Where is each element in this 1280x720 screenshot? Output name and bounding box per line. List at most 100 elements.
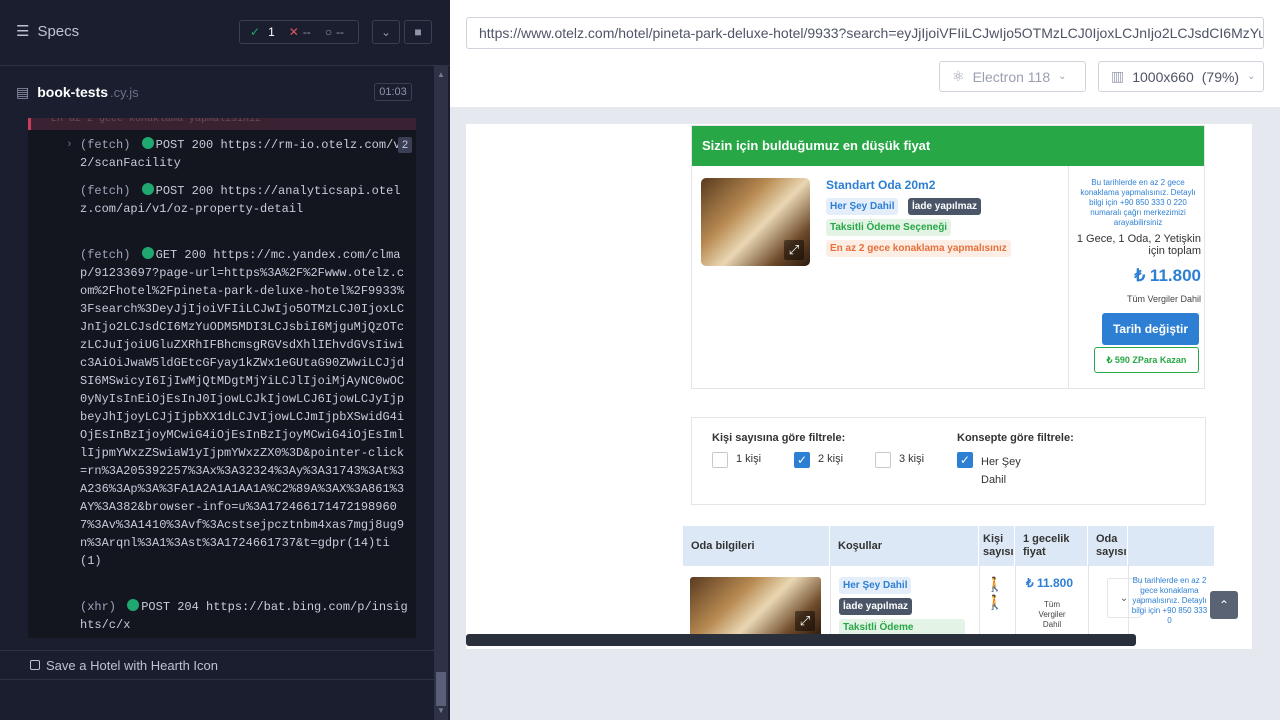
specs-toggle[interactable]: ☰ Specs <box>16 22 80 41</box>
column-room-count: Oda sayısı <box>1088 526 1128 566</box>
people-filter-label: Kişi sayısına göre filtrele: <box>712 432 846 444</box>
filter-all-inclusive-checkbox[interactable]: ✓ <box>957 452 973 468</box>
column-people: Kişi sayısı <box>979 526 1015 566</box>
status-dot-icon <box>141 137 154 149</box>
test-status-icon <box>30 660 40 670</box>
log-label: (fetch) <box>80 248 131 262</box>
installment-tag: Taksitli Ödeme Seçeneği <box>826 219 952 236</box>
spec-file-row[interactable]: ▤ book-tests .cy.js <box>0 76 432 108</box>
total-price: ₺ 11.800 <box>1134 266 1201 285</box>
row-board-tag: Her Şey Dahil <box>839 577 912 594</box>
room-photo[interactable]: ⤢ <box>701 178 810 266</box>
row-min-stay-note: Bu tarihlerde en az 2 gece konaklama yap… <box>1131 576 1208 625</box>
chevron-up-icon: ⌃ <box>1218 598 1230 612</box>
column-divider <box>1015 566 1016 636</box>
status-dot-icon <box>141 247 154 259</box>
menu-icon: ☰ <box>16 23 30 40</box>
stop-button[interactable]: ■ <box>404 20 432 44</box>
ruler-icon: ▥ <box>1111 68 1125 84</box>
filter-2-person-label: 2 kişi <box>818 453 844 465</box>
log-label: (fetch) <box>80 138 131 152</box>
zpara-button[interactable]: ₺ 590 ZPara Kazan <box>1094 347 1199 373</box>
expand-icon[interactable]: ⤢ <box>795 611 815 631</box>
browser-toolbar: https://www.otelz.com/hotel/pineta-park-… <box>450 0 1280 107</box>
log-method: POST 200 <box>155 184 214 198</box>
filter-3-person-checkbox[interactable] <box>875 452 891 468</box>
price-column: Bu tarihlerde en az 2 gece konaklama yap… <box>1068 166 1205 388</box>
app-preview: https://www.otelz.com/hotel/pineta-park-… <box>450 0 1280 720</box>
room-row-photo[interactable]: ⤢ <box>690 577 821 637</box>
chevron-down-icon: ⌄ <box>1119 592 1129 604</box>
change-date-button[interactable]: Tarih değiştir <box>1102 313 1199 345</box>
expand-icon[interactable]: ⤢ <box>784 240 804 260</box>
status-dot-icon <box>141 183 154 195</box>
row-tax-note: Tüm Vergiler Dahil <box>1038 600 1066 629</box>
chevron-down-button[interactable]: ⌄ <box>372 20 400 44</box>
test-title: Save a Hotel with Hearth Icon <box>46 657 218 673</box>
pending-count: -- <box>336 25 345 39</box>
column-nightly-price: 1 gecelik fiyat <box>1015 526 1088 566</box>
browser-name: Electron 118 <box>972 68 1051 85</box>
log-method: GET 200 <box>155 248 207 262</box>
spec-file-name: book-tests <box>37 84 109 100</box>
filter-1-person-label: 1 kişi <box>736 453 762 465</box>
deal-card: Sizin için bulduğumuz en düşük fiyat ⤢ S… <box>691 125 1205 389</box>
check-icon: ✓ <box>796 453 808 467</box>
log-count-badge: 2 <box>398 137 412 153</box>
scrollbar-thumb[interactable] <box>436 672 446 706</box>
chevron-down-icon: ⌄ <box>1058 71 1067 82</box>
stay-summary: 1 Gece, 1 Oda, 2 Yetişkin için toplam <box>1076 233 1201 257</box>
scroll-up-icon[interactable]: ▲ <box>437 70 445 79</box>
status-dot-icon <box>127 599 140 611</box>
pending-icon: ○ <box>324 25 333 39</box>
filter-all-inclusive-label: Her Şey Dahil <box>981 456 1021 486</box>
log-label: (xhr) <box>80 600 117 614</box>
document-icon: ▤ <box>16 83 30 100</box>
filter-2-person-checkbox[interactable]: ✓ <box>794 452 810 468</box>
chevron-down-icon: ⌄ <box>1247 71 1256 82</box>
room-table-header: Oda bilgileri Koşullar Kişi sayısı 1 gec… <box>683 526 1214 566</box>
min-stay-tag: En az 2 gece konaklama yapmalısınız <box>826 240 1011 257</box>
tax-note: Tüm Vergiler Dahil <box>1126 294 1201 304</box>
chevron-right-icon: › <box>66 139 73 151</box>
scroll-down-icon[interactable]: ▼ <box>437 706 445 715</box>
electron-icon: ⚛ <box>952 68 965 84</box>
viewport-size: 1000x660 <box>1132 68 1194 85</box>
browser-select[interactable]: ⚛ Electron 118 ⌄ <box>939 61 1086 92</box>
aut-viewport: Sizin için bulduğumuz en düşük fiyat ⤢ S… <box>466 124 1252 649</box>
chevron-down-icon: ⌄ <box>380 25 392 39</box>
test-stats: ✓ 1 ✕ -- ○ -- <box>239 20 359 44</box>
url-bar[interactable]: https://www.otelz.com/hotel/pineta-park-… <box>466 17 1264 49</box>
room-filters: Kişi sayısına göre filtrele: Konsepte gö… <box>691 417 1206 505</box>
check-icon: ✓ <box>250 25 261 39</box>
min-stay-note: Bu tarihlerde en az 2 gece konaklama yap… <box>1080 178 1196 227</box>
column-divider <box>979 566 980 636</box>
stop-icon: ■ <box>414 25 422 39</box>
x-icon: ✕ <box>288 25 299 39</box>
log-method: POST 204 <box>141 600 199 614</box>
specs-header: ☰ Specs ✓ 1 ✕ -- ○ -- ⌄ ■ <box>0 0 450 66</box>
room-name-link[interactable]: Standart Oda 20m2 <box>826 178 935 192</box>
viewport-select[interactable]: ▥ 1000x660 (79%) ⌄ <box>1098 61 1264 92</box>
horizontal-scrollbar[interactable] <box>466 634 1136 646</box>
specs-title: Specs <box>37 22 80 40</box>
zoom-level: (79%) <box>1201 68 1240 85</box>
filter-1-person-checkbox[interactable] <box>712 452 728 468</box>
column-conditions: Koşullar <box>830 526 979 566</box>
truncated-log-line: En az 2 gece konaklama yapmalısınız <box>28 118 416 130</box>
test-item[interactable]: Save a Hotel with Hearth Icon <box>0 650 434 680</box>
filter-3-person-label: 3 kişi <box>899 453 925 465</box>
scroll-to-top-button[interactable]: ⌃ <box>1210 591 1238 619</box>
deal-title: Sizin için bulduğumuz en düşük fiyat <box>692 126 1204 166</box>
test-runner-panel: ☰ Specs ✓ 1 ✕ -- ○ -- ⌄ ■ ▤ book-tests .… <box>0 0 450 720</box>
log-method: POST 200 <box>155 138 214 152</box>
log-scrollbar[interactable]: ▲ ▼ <box>434 66 448 720</box>
column-divider <box>1088 566 1089 636</box>
person-icon: 🚶 <box>986 594 1004 610</box>
column-room-info: Oda bilgileri <box>683 526 830 566</box>
command-log: En az 2 gece konaklama yapmalısınız › (f… <box>28 118 416 638</box>
duration-badge: 01:03 <box>374 83 412 101</box>
person-icon: 🚶 <box>986 576 1004 592</box>
concept-filter-label: Konsepte göre filtrele: <box>957 432 1074 444</box>
passed-count: 1 <box>268 25 275 39</box>
